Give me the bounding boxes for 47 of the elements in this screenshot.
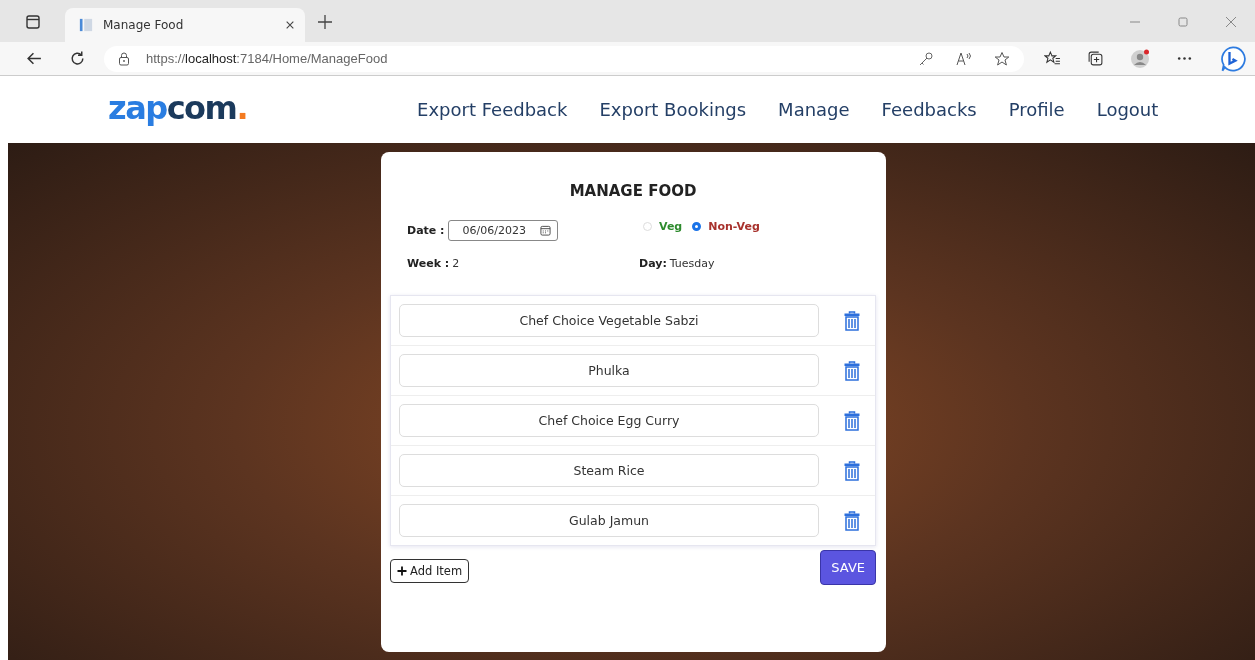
key-icon[interactable] <box>918 50 934 67</box>
logo[interactable]: zapcom. <box>108 88 248 131</box>
nav-link[interactable]: Profile <box>1008 99 1065 120</box>
collections-icon[interactable] <box>1087 50 1104 67</box>
read-aloud-icon[interactable] <box>956 50 972 67</box>
day-label: Day: <box>639 257 667 270</box>
day-value: Tuesday <box>669 257 715 270</box>
calendar-icon[interactable] <box>539 225 551 236</box>
chat-icon[interactable] <box>1219 44 1247 73</box>
food-item-field[interactable]: Steam Rice <box>399 454 819 487</box>
week-label: Week : <box>407 257 450 270</box>
date-label: Date : <box>407 224 445 237</box>
save-button[interactable]: SAVE <box>820 550 876 585</box>
url-text: https://localhost:7184/Home/ManageFood <box>146 51 388 66</box>
favorites-icon[interactable] <box>1044 50 1061 67</box>
date-field[interactable]: 06/06/2023 <box>447 220 558 241</box>
trash-icon[interactable] <box>844 460 860 481</box>
address-bar[interactable]: https://localhost:7184/Home/ManageFood <box>104 45 1024 72</box>
tab-actions-icon[interactable] <box>25 14 41 30</box>
nav-link[interactable]: Logout <box>1096 99 1159 120</box>
star-icon[interactable] <box>994 50 1010 67</box>
trash-icon[interactable] <box>844 360 860 381</box>
refresh-icon[interactable] <box>69 50 86 67</box>
browser-tab[interactable]: Manage Food <box>65 8 305 42</box>
trash-icon[interactable] <box>844 410 860 431</box>
food-item-field[interactable]: Chef Choice Vegetable Sabzi <box>399 304 819 337</box>
close-icon[interactable] <box>285 20 295 30</box>
form-title: MANAGE FOOD <box>568 182 698 200</box>
profile-icon[interactable] <box>1130 48 1150 69</box>
add-item-button[interactable]: Add Item <box>390 559 470 583</box>
nav-link[interactable]: Feedbacks <box>881 99 977 120</box>
food-type-radio[interactable]: Non-Veg <box>692 220 760 233</box>
page-icon <box>79 18 93 32</box>
trash-icon[interactable] <box>844 510 860 531</box>
back-icon[interactable] <box>26 50 43 67</box>
food-item-field[interactable]: Chef Choice Egg Curry <box>399 404 819 437</box>
food-item-field[interactable]: Phulka <box>399 354 819 387</box>
nav-link[interactable]: Export Bookings <box>599 99 747 120</box>
new-tab-icon[interactable] <box>317 14 333 30</box>
trash-icon[interactable] <box>844 310 860 331</box>
nav-link[interactable]: Manage <box>778 99 850 120</box>
food-type-radio[interactable]: Veg <box>643 220 683 233</box>
food-item-field[interactable]: Gulab Jamun <box>399 504 819 537</box>
plus-icon <box>397 566 407 576</box>
lock-icon <box>118 51 130 66</box>
nav-link[interactable]: Export Feedback <box>417 99 568 120</box>
week-value: 2 <box>452 257 460 270</box>
